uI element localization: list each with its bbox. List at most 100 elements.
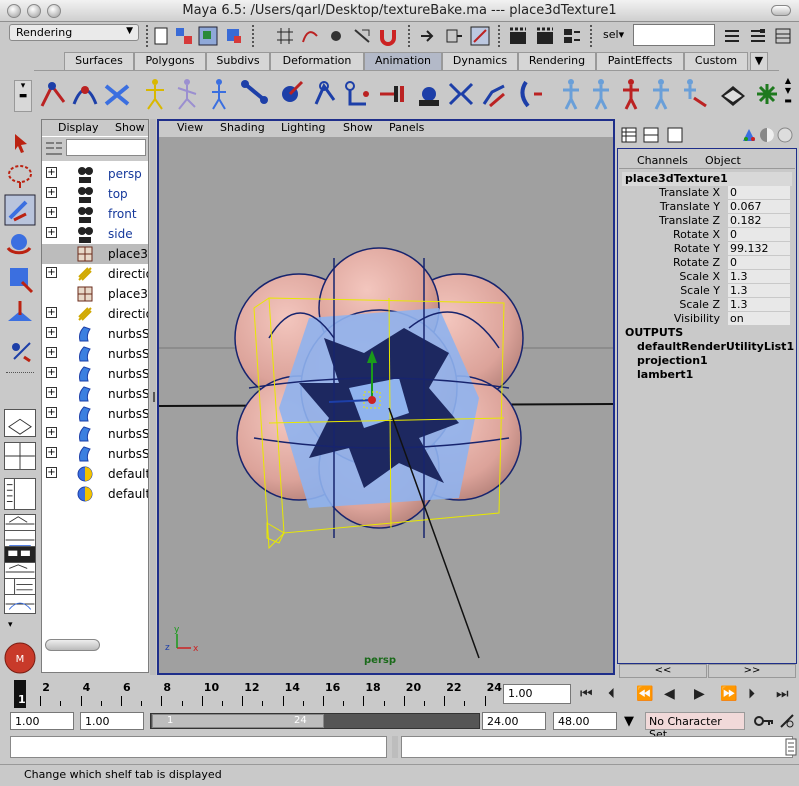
viewport-panels-menu[interactable]: Panels — [389, 121, 424, 134]
tab-animation[interactable]: Animation — [364, 52, 442, 70]
status-line-separator[interactable] — [252, 25, 255, 47]
playback-end-field[interactable]: 24.00 — [482, 712, 546, 730]
expand-node-icon[interactable]: + — [46, 327, 57, 338]
outliner-item[interactable]: + top — [42, 184, 148, 204]
channel-attribute-label[interactable]: Rotate Z — [673, 256, 720, 269]
snap-point-icon[interactable] — [326, 26, 346, 46]
outliner-show-menu[interactable]: Show — [115, 121, 145, 134]
channel-box-toggle-icon[interactable] — [773, 26, 793, 46]
channel-attribute-label[interactable]: Rotate X — [673, 228, 720, 241]
rotate-tool-icon[interactable] — [4, 228, 36, 260]
toolbar-toggle-button[interactable] — [771, 5, 791, 16]
auto-key-icon[interactable] — [753, 712, 775, 730]
play-forwards-button[interactable]: ▶ — [694, 686, 705, 702]
outliner-item[interactable]: + directionalLight2 — [42, 304, 148, 324]
channel-box-scroll-right-button[interactable]: >> — [708, 664, 796, 678]
outliner-item[interactable]: + defaultLightSet — [42, 464, 148, 484]
create-layer-icon[interactable] — [741, 127, 757, 143]
step-forward-key-button[interactable]: ⏩ — [720, 686, 737, 702]
channel-attribute-label[interactable]: Scale Z — [679, 298, 720, 311]
channel-attribute-value[interactable]: 0 — [728, 186, 790, 199]
ipr-render-icon[interactable] — [535, 26, 555, 46]
expand-node-icon[interactable]: + — [46, 367, 57, 378]
character-skeleton-icon[interactable] — [556, 76, 586, 112]
channel-attribute-label[interactable]: Scale X — [679, 270, 720, 283]
joint-orient-icon[interactable] — [275, 76, 305, 112]
output-node[interactable]: lambert1 — [637, 368, 693, 381]
channel-attribute-label[interactable]: Translate Y — [660, 200, 720, 213]
toolbox-expand-button[interactable]: ▾ — [8, 620, 13, 630]
select-hierarchy-icon[interactable] — [174, 26, 194, 46]
expand-node-icon[interactable]: + — [46, 467, 57, 478]
step-forward-frame-button[interactable]: ⏵ — [748, 686, 755, 702]
display-sphere-icon[interactable] — [777, 127, 793, 143]
expand-node-icon[interactable]: + — [46, 267, 57, 278]
expand-node-icon[interactable]: + — [46, 387, 57, 398]
shading-sphere-icon[interactable] — [759, 127, 775, 143]
outliner-item[interactable]: + persp — [42, 164, 148, 184]
select-component-icon[interactable] — [224, 26, 244, 46]
select-tool-icon[interactable] — [4, 128, 36, 160]
outliner-item[interactable]: defaultObjectSet — [42, 484, 148, 504]
pose-library-icon[interactable] — [718, 76, 748, 112]
outliner-item[interactable]: + nurbsSphere7 — [42, 444, 148, 464]
channel-attribute-label[interactable]: Visibility — [674, 312, 720, 325]
input-operations-icon[interactable] — [418, 26, 438, 46]
graph-editor-layout-icon[interactable] — [4, 594, 36, 614]
set-driven-key-icon[interactable] — [376, 76, 406, 112]
viewport-canvas[interactable]: z x y — [159, 138, 613, 673]
viewport-view-menu[interactable]: View — [177, 121, 203, 134]
channel-box-layer-icon[interactable] — [643, 127, 659, 143]
shelf-scroll-buttons[interactable]: ▲ ▼ ▬ — [781, 76, 795, 116]
outliner-display-menu[interactable]: Display — [58, 121, 99, 134]
layer-editor-only-icon[interactable] — [667, 127, 683, 143]
filter-options-icon[interactable] — [44, 139, 64, 159]
animation-end-field[interactable]: 48.00 — [553, 712, 617, 730]
script-editor-icon[interactable] — [785, 738, 797, 756]
render-frame-icon[interactable] — [508, 26, 528, 46]
connect-joint-icon[interactable] — [446, 76, 476, 112]
channel-attribute-value[interactable]: 1.3 — [728, 298, 790, 311]
menu-set-dropdown[interactable]: Rendering ▼ — [9, 24, 139, 41]
shelf-options-button[interactable]: ▾ ▬ — [14, 80, 32, 112]
status-line-separator[interactable] — [408, 25, 411, 47]
expand-node-icon[interactable]: + — [46, 407, 57, 418]
last-tool-used-icon[interactable] — [4, 333, 36, 365]
maya-logo-icon[interactable]: M — [4, 642, 36, 674]
current-time-field[interactable]: 1.00 — [503, 684, 571, 704]
persp-outliner-layout-icon[interactable] — [4, 478, 36, 510]
outliner-item[interactable]: + nurbsSphere4 — [42, 384, 148, 404]
reroot-skeleton-icon[interactable] — [342, 76, 372, 112]
scale-tool-icon[interactable] — [4, 262, 36, 294]
outliner-item[interactable]: place3dTexture2 — [42, 284, 148, 304]
quick-selection-field[interactable] — [633, 24, 715, 46]
tab-painteffects[interactable]: PaintEffects — [596, 52, 684, 70]
outliner-item[interactable]: + front — [42, 204, 148, 224]
snap-grid-icon[interactable] — [275, 26, 295, 46]
viewport-show-menu[interactable]: Show — [343, 121, 373, 134]
channel-box-scroll-left-button[interactable]: << — [619, 664, 707, 678]
expand-node-icon[interactable]: + — [46, 167, 57, 178]
outliner-item[interactable]: + directionalLight1 — [42, 264, 148, 284]
select-object-icon[interactable] — [198, 26, 218, 46]
tab-surfaces[interactable]: Surfaces — [64, 52, 134, 70]
viewport-lighting-menu[interactable]: Lighting — [281, 121, 325, 134]
outliner-item[interactable]: + nurbsSphere1 — [42, 324, 148, 344]
object-menu[interactable]: Object — [705, 154, 741, 167]
shelf-menu-button[interactable]: ▼ — [750, 52, 768, 70]
tab-rendering[interactable]: Rendering — [518, 52, 596, 70]
channel-attribute-label[interactable]: Translate X — [659, 186, 720, 199]
character-ik-icon[interactable] — [616, 76, 646, 112]
status-line-separator[interactable] — [498, 25, 501, 47]
status-line-separator[interactable] — [146, 25, 149, 47]
tab-polygons[interactable]: Polygons — [134, 52, 206, 70]
command-line-input[interactable] — [10, 736, 387, 758]
selected-node-name[interactable]: place3dTexture1 — [622, 172, 792, 186]
viewport-shading-menu[interactable]: Shading — [220, 121, 265, 134]
playback-start-field[interactable]: 1.00 — [80, 712, 144, 730]
mirror-joint-icon[interactable] — [480, 76, 510, 112]
channel-attribute-value[interactable]: 0.067 — [728, 200, 790, 213]
character-key-icon[interactable] — [680, 76, 710, 112]
four-pane-layout-icon[interactable] — [4, 442, 36, 470]
attribute-editor-toggle-icon[interactable] — [722, 26, 742, 46]
